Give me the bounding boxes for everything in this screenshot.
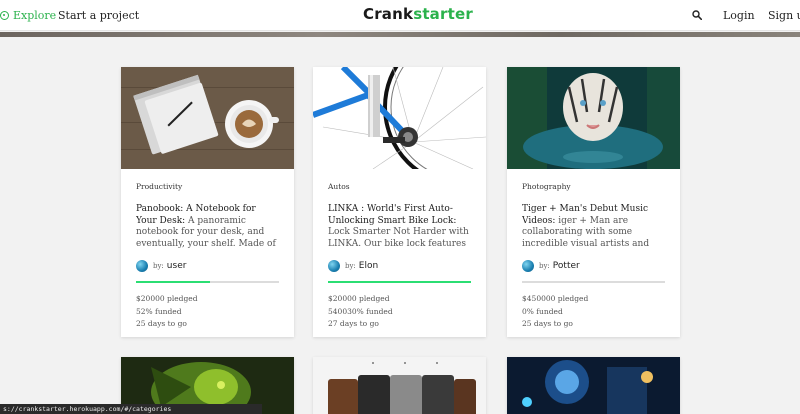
project-stats: $20000 pledged 52% funded 25 days to go: [136, 293, 279, 331]
avatar-icon: [522, 260, 534, 272]
project-author[interactable]: by: Potter: [522, 260, 665, 272]
project-card-row2-2[interactable]: [313, 357, 486, 414]
project-card-tiger-man[interactable]: Photography Tiger + Man's Debut Music Vi…: [507, 67, 680, 337]
hero-banner-edge: [0, 32, 800, 37]
project-author[interactable]: by: Elon: [328, 260, 471, 272]
project-description[interactable]: LINKA : World's First Auto-Unlocking Sma…: [328, 204, 471, 250]
funding-progress-fill: [136, 281, 211, 283]
project-image-bike-lock: [313, 67, 486, 169]
project-stats: $450000 pledged 0% funded 25 days to go: [522, 293, 665, 331]
login-link[interactable]: Login: [723, 9, 755, 22]
project-category[interactable]: Photography: [522, 182, 665, 191]
author-name[interactable]: Potter: [553, 261, 580, 271]
days-to-go: 25 days to go: [522, 319, 573, 328]
project-stats: $20000 pledged 540030% funded 27 days to…: [328, 293, 471, 331]
author-by-label: by:: [345, 262, 356, 270]
start-project-link[interactable]: Start a project: [58, 9, 139, 22]
explore-label: Explore: [13, 9, 57, 22]
project-card-panobook[interactable]: Productivity Panobook: A Notebook for Yo…: [121, 67, 294, 337]
browser-status-url: s://crankstarter.herokuapp.com/#/categor…: [0, 404, 262, 414]
pledged-amount: $20000 pledged: [328, 294, 390, 303]
funded-percent: 540030% funded: [328, 306, 393, 316]
project-card-row2-3[interactable]: [507, 357, 680, 414]
author-by-label: by:: [539, 262, 550, 270]
author-name[interactable]: user: [167, 261, 187, 271]
avatar-icon: [328, 260, 340, 272]
author-by-label: by:: [153, 262, 164, 270]
funding-progress-bar: [522, 281, 665, 283]
logo-part-crank: Crank: [363, 5, 414, 23]
project-image-city-lights: [507, 357, 680, 414]
pledged-amount: $450000 pledged: [522, 294, 589, 303]
project-image-tiger: [507, 67, 680, 169]
project-title[interactable]: LINKA : World's First Auto-Unlocking Sma…: [328, 204, 456, 226]
funding-progress-fill: [328, 281, 471, 283]
funding-progress-bar: [328, 281, 471, 283]
days-to-go: 25 days to go: [136, 319, 187, 328]
pledged-amount: $20000 pledged: [136, 294, 198, 303]
explore-link[interactable]: Explore: [0, 9, 56, 22]
author-name[interactable]: Elon: [359, 261, 378, 271]
compass-icon: [0, 11, 9, 20]
project-author[interactable]: by: user: [136, 260, 279, 272]
top-navigation-bar: Explore Start a project Crankstarter Log…: [0, 0, 800, 31]
project-blurb: Lock Smarter Not Harder with LINKA. Our …: [328, 227, 469, 249]
project-image-notebook: [121, 67, 294, 169]
project-description[interactable]: Panobook: A Notebook for Your Desk: A pa…: [136, 204, 279, 250]
logo-part-starter: starter: [413, 5, 473, 23]
funded-percent: 0% funded: [522, 306, 563, 316]
site-logo[interactable]: Crankstarter: [363, 5, 473, 23]
funding-progress-bar: [136, 281, 279, 283]
avatar-icon: [136, 260, 148, 272]
search-icon[interactable]: [692, 10, 702, 20]
project-card-linka[interactable]: Autos LINKA : World's First Auto-Unlocki…: [313, 67, 486, 337]
project-description[interactable]: Tiger + Man's Debut Music Videos: iger +…: [522, 204, 665, 250]
days-to-go: 27 days to go: [328, 319, 379, 328]
funded-percent: 52% funded: [136, 306, 182, 316]
project-image-bags: [313, 357, 486, 414]
project-category[interactable]: Autos: [328, 182, 471, 191]
project-category[interactable]: Productivity: [136, 182, 279, 191]
signup-link[interactable]: Sign up!: [768, 9, 800, 22]
